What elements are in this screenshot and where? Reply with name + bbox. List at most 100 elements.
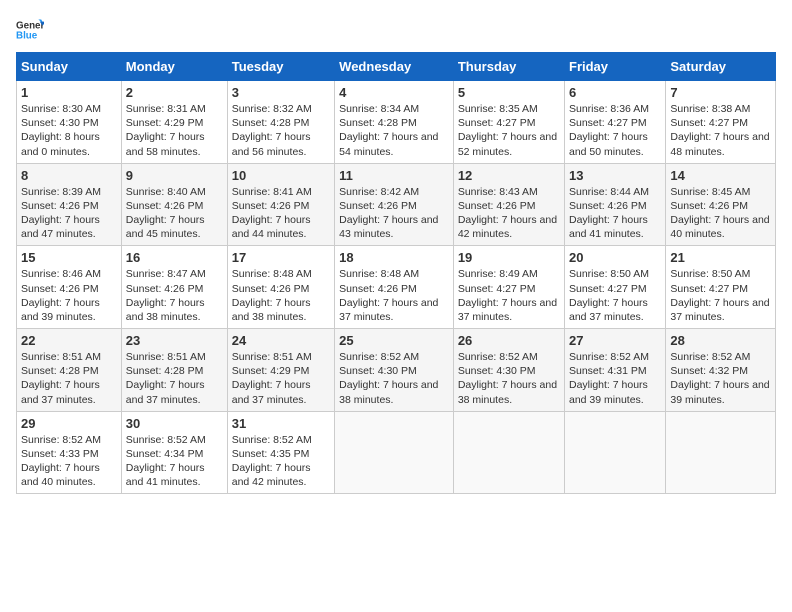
day-number: 21 <box>670 250 771 265</box>
calendar-cell <box>565 411 666 494</box>
calendar-cell: 27 Sunrise: 8:52 AMSunset: 4:31 PMDaylig… <box>565 329 666 412</box>
calendar-cell: 1 Sunrise: 8:30 AMSunset: 4:30 PMDayligh… <box>17 81 122 164</box>
calendar-cell: 3 Sunrise: 8:32 AMSunset: 4:28 PMDayligh… <box>227 81 334 164</box>
day-info: Sunrise: 8:40 AMSunset: 4:26 PMDaylight:… <box>126 185 223 242</box>
week-row-4: 22 Sunrise: 8:51 AMSunset: 4:28 PMDaylig… <box>17 329 776 412</box>
header-monday: Monday <box>121 53 227 81</box>
day-info: Sunrise: 8:45 AMSunset: 4:26 PMDaylight:… <box>670 185 771 242</box>
day-number: 27 <box>569 333 661 348</box>
day-number: 29 <box>21 416 117 431</box>
day-info: Sunrise: 8:52 AMSunset: 4:33 PMDaylight:… <box>21 433 117 490</box>
day-info: Sunrise: 8:52 AMSunset: 4:32 PMDaylight:… <box>670 350 771 407</box>
day-number: 20 <box>569 250 661 265</box>
header-wednesday: Wednesday <box>335 53 454 81</box>
calendar-cell: 16 Sunrise: 8:47 AMSunset: 4:26 PMDaylig… <box>121 246 227 329</box>
header-sunday: Sunday <box>17 53 122 81</box>
day-number: 25 <box>339 333 449 348</box>
calendar-cell <box>453 411 564 494</box>
calendar-cell: 22 Sunrise: 8:51 AMSunset: 4:28 PMDaylig… <box>17 329 122 412</box>
day-info: Sunrise: 8:46 AMSunset: 4:26 PMDaylight:… <box>21 267 117 324</box>
day-number: 28 <box>670 333 771 348</box>
calendar-cell: 31 Sunrise: 8:52 AMSunset: 4:35 PMDaylig… <box>227 411 334 494</box>
day-info: Sunrise: 8:30 AMSunset: 4:30 PMDaylight:… <box>21 102 117 159</box>
calendar-cell: 23 Sunrise: 8:51 AMSunset: 4:28 PMDaylig… <box>121 329 227 412</box>
calendar-cell: 10 Sunrise: 8:41 AMSunset: 4:26 PMDaylig… <box>227 163 334 246</box>
calendar-header-row: SundayMondayTuesdayWednesdayThursdayFrid… <box>17 53 776 81</box>
week-row-3: 15 Sunrise: 8:46 AMSunset: 4:26 PMDaylig… <box>17 246 776 329</box>
day-info: Sunrise: 8:52 AMSunset: 4:35 PMDaylight:… <box>232 433 330 490</box>
day-info: Sunrise: 8:48 AMSunset: 4:26 PMDaylight:… <box>339 267 449 324</box>
header-saturday: Saturday <box>666 53 776 81</box>
calendar-cell: 14 Sunrise: 8:45 AMSunset: 4:26 PMDaylig… <box>666 163 776 246</box>
day-info: Sunrise: 8:51 AMSunset: 4:28 PMDaylight:… <box>126 350 223 407</box>
day-info: Sunrise: 8:38 AMSunset: 4:27 PMDaylight:… <box>670 102 771 159</box>
day-info: Sunrise: 8:52 AMSunset: 4:30 PMDaylight:… <box>458 350 560 407</box>
day-number: 22 <box>21 333 117 348</box>
day-info: Sunrise: 8:50 AMSunset: 4:27 PMDaylight:… <box>569 267 661 324</box>
day-number: 5 <box>458 85 560 100</box>
header-tuesday: Tuesday <box>227 53 334 81</box>
calendar-cell: 7 Sunrise: 8:38 AMSunset: 4:27 PMDayligh… <box>666 81 776 164</box>
calendar-body: 1 Sunrise: 8:30 AMSunset: 4:30 PMDayligh… <box>17 81 776 494</box>
day-info: Sunrise: 8:48 AMSunset: 4:26 PMDaylight:… <box>232 267 330 324</box>
day-info: Sunrise: 8:32 AMSunset: 4:28 PMDaylight:… <box>232 102 330 159</box>
day-info: Sunrise: 8:36 AMSunset: 4:27 PMDaylight:… <box>569 102 661 159</box>
day-number: 17 <box>232 250 330 265</box>
calendar-cell: 12 Sunrise: 8:43 AMSunset: 4:26 PMDaylig… <box>453 163 564 246</box>
day-number: 7 <box>670 85 771 100</box>
day-info: Sunrise: 8:52 AMSunset: 4:34 PMDaylight:… <box>126 433 223 490</box>
day-number: 2 <box>126 85 223 100</box>
day-number: 3 <box>232 85 330 100</box>
day-number: 30 <box>126 416 223 431</box>
day-info: Sunrise: 8:43 AMSunset: 4:26 PMDaylight:… <box>458 185 560 242</box>
week-row-2: 8 Sunrise: 8:39 AMSunset: 4:26 PMDayligh… <box>17 163 776 246</box>
calendar-cell: 29 Sunrise: 8:52 AMSunset: 4:33 PMDaylig… <box>17 411 122 494</box>
calendar-cell: 6 Sunrise: 8:36 AMSunset: 4:27 PMDayligh… <box>565 81 666 164</box>
calendar-cell: 8 Sunrise: 8:39 AMSunset: 4:26 PMDayligh… <box>17 163 122 246</box>
header-thursday: Thursday <box>453 53 564 81</box>
calendar-cell <box>335 411 454 494</box>
page-header: General Blue <box>16 16 776 44</box>
calendar-cell: 4 Sunrise: 8:34 AMSunset: 4:28 PMDayligh… <box>335 81 454 164</box>
calendar-cell: 17 Sunrise: 8:48 AMSunset: 4:26 PMDaylig… <box>227 246 334 329</box>
day-info: Sunrise: 8:41 AMSunset: 4:26 PMDaylight:… <box>232 185 330 242</box>
calendar-cell: 15 Sunrise: 8:46 AMSunset: 4:26 PMDaylig… <box>17 246 122 329</box>
calendar-cell <box>666 411 776 494</box>
day-info: Sunrise: 8:52 AMSunset: 4:30 PMDaylight:… <box>339 350 449 407</box>
header-friday: Friday <box>565 53 666 81</box>
day-number: 6 <box>569 85 661 100</box>
calendar-cell: 2 Sunrise: 8:31 AMSunset: 4:29 PMDayligh… <box>121 81 227 164</box>
day-number: 15 <box>21 250 117 265</box>
day-number: 19 <box>458 250 560 265</box>
calendar-table: SundayMondayTuesdayWednesdayThursdayFrid… <box>16 52 776 494</box>
day-number: 9 <box>126 168 223 183</box>
day-number: 8 <box>21 168 117 183</box>
day-info: Sunrise: 8:39 AMSunset: 4:26 PMDaylight:… <box>21 185 117 242</box>
day-number: 16 <box>126 250 223 265</box>
calendar-cell: 24 Sunrise: 8:51 AMSunset: 4:29 PMDaylig… <box>227 329 334 412</box>
week-row-5: 29 Sunrise: 8:52 AMSunset: 4:33 PMDaylig… <box>17 411 776 494</box>
calendar-cell: 30 Sunrise: 8:52 AMSunset: 4:34 PMDaylig… <box>121 411 227 494</box>
day-info: Sunrise: 8:52 AMSunset: 4:31 PMDaylight:… <box>569 350 661 407</box>
day-info: Sunrise: 8:51 AMSunset: 4:29 PMDaylight:… <box>232 350 330 407</box>
calendar-cell: 19 Sunrise: 8:49 AMSunset: 4:27 PMDaylig… <box>453 246 564 329</box>
day-info: Sunrise: 8:42 AMSunset: 4:26 PMDaylight:… <box>339 185 449 242</box>
calendar-cell: 26 Sunrise: 8:52 AMSunset: 4:30 PMDaylig… <box>453 329 564 412</box>
day-number: 13 <box>569 168 661 183</box>
day-info: Sunrise: 8:49 AMSunset: 4:27 PMDaylight:… <box>458 267 560 324</box>
calendar-cell: 21 Sunrise: 8:50 AMSunset: 4:27 PMDaylig… <box>666 246 776 329</box>
day-info: Sunrise: 8:31 AMSunset: 4:29 PMDaylight:… <box>126 102 223 159</box>
svg-text:Blue: Blue <box>16 30 38 41</box>
day-number: 23 <box>126 333 223 348</box>
day-number: 1 <box>21 85 117 100</box>
week-row-1: 1 Sunrise: 8:30 AMSunset: 4:30 PMDayligh… <box>17 81 776 164</box>
day-number: 12 <box>458 168 560 183</box>
day-info: Sunrise: 8:34 AMSunset: 4:28 PMDaylight:… <box>339 102 449 159</box>
day-number: 24 <box>232 333 330 348</box>
calendar-cell: 11 Sunrise: 8:42 AMSunset: 4:26 PMDaylig… <box>335 163 454 246</box>
calendar-cell: 28 Sunrise: 8:52 AMSunset: 4:32 PMDaylig… <box>666 329 776 412</box>
calendar-cell: 18 Sunrise: 8:48 AMSunset: 4:26 PMDaylig… <box>335 246 454 329</box>
logo: General Blue <box>16 16 50 44</box>
calendar-cell: 13 Sunrise: 8:44 AMSunset: 4:26 PMDaylig… <box>565 163 666 246</box>
day-number: 4 <box>339 85 449 100</box>
